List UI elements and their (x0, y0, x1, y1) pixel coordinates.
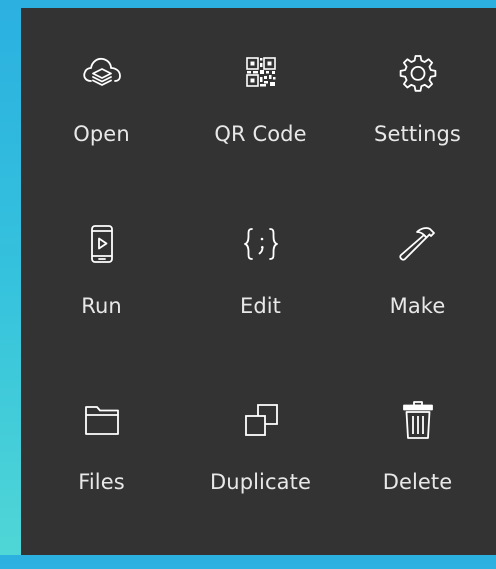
duplicate-icon (237, 396, 285, 444)
action-grid: Open QR Code Settings Run Edit Make File… (21, 8, 496, 569)
files-label: Files (78, 470, 125, 494)
braces-icon (237, 220, 285, 268)
phone-play-icon (78, 220, 126, 268)
delete-button[interactable]: Delete (339, 370, 496, 546)
qr-code-button[interactable]: QR Code (182, 22, 339, 194)
trash-icon (394, 396, 442, 444)
files-button[interactable]: Files (21, 370, 182, 546)
edit-button[interactable]: Edit (182, 194, 339, 370)
edit-label: Edit (239, 294, 282, 318)
open-button[interactable]: Open (21, 22, 182, 194)
settings-label: Settings (374, 122, 461, 146)
run-label: Run (81, 294, 122, 318)
qr-code-label: QR Code (214, 122, 307, 146)
run-button[interactable]: Run (21, 194, 182, 370)
hammer-icon (394, 220, 442, 268)
make-label: Make (389, 294, 446, 318)
gear-icon (394, 48, 442, 96)
folder-icon (78, 396, 126, 444)
make-button[interactable]: Make (339, 194, 496, 370)
open-label: Open (73, 122, 130, 146)
duplicate-label: Duplicate (210, 470, 311, 494)
duplicate-button[interactable]: Duplicate (182, 370, 339, 546)
qr-code-icon (237, 48, 285, 96)
delete-label: Delete (382, 470, 453, 494)
action-menu-panel: Open QR Code Settings Run Edit Make File… (21, 8, 496, 555)
settings-button[interactable]: Settings (339, 22, 496, 194)
cloud-layers-icon (78, 48, 126, 96)
